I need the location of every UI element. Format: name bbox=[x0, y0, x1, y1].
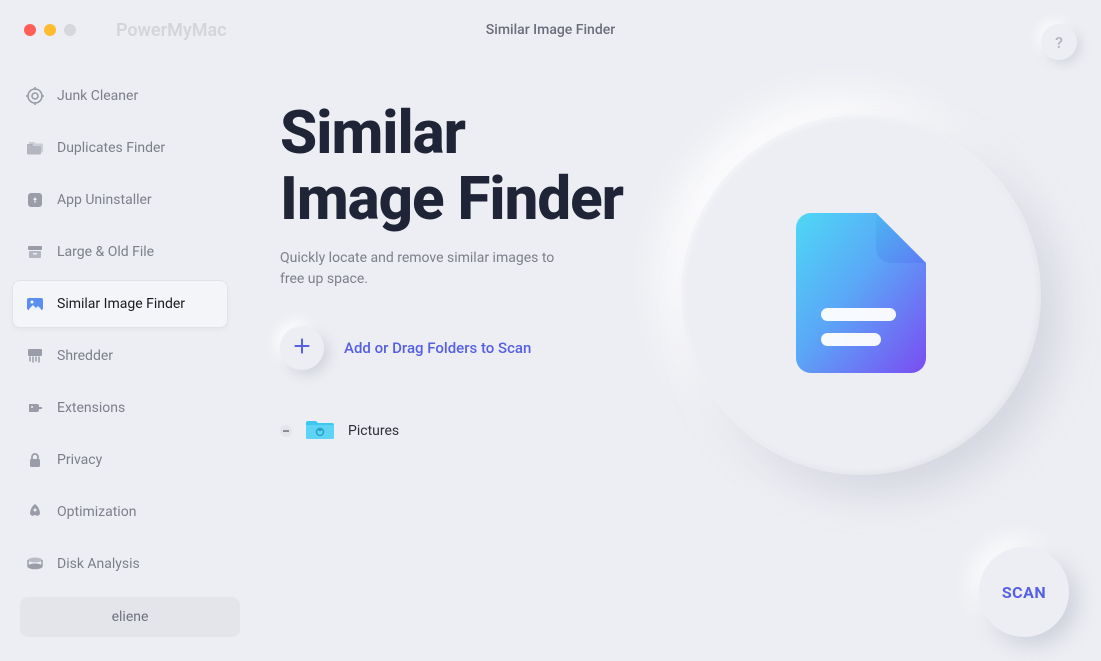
sidebar-item-label: Junk Cleaner bbox=[57, 88, 138, 104]
sidebar-item-extensions[interactable]: Extensions bbox=[12, 384, 228, 432]
help-button[interactable]: ? bbox=[1041, 24, 1077, 60]
add-folder-label[interactable]: Add or Drag Folders to Scan bbox=[344, 339, 531, 357]
sidebar-item-privacy[interactable]: Privacy bbox=[12, 436, 228, 484]
folder-name: Pictures bbox=[348, 423, 399, 439]
window-controls[interactable] bbox=[24, 24, 76, 36]
target-icon bbox=[25, 86, 45, 106]
app-name: PowerMyMac bbox=[116, 20, 227, 41]
sidebar-item-junk-cleaner[interactable]: Junk Cleaner bbox=[12, 72, 228, 120]
title-line-1: Similar bbox=[280, 97, 465, 168]
lock-icon bbox=[25, 450, 45, 470]
sidebar-item-label: Disk Analysis bbox=[57, 556, 140, 572]
image-icon bbox=[25, 294, 45, 314]
sidebar-item-label: Optimization bbox=[57, 504, 136, 520]
plus-icon bbox=[291, 335, 313, 361]
window-title: Similar Image Finder bbox=[486, 22, 615, 38]
plugin-icon bbox=[25, 398, 45, 418]
sidebar-item-label: Similar Image Finder bbox=[57, 296, 185, 312]
close-window-icon[interactable] bbox=[24, 24, 36, 36]
sidebar-item-label: Shredder bbox=[57, 348, 113, 364]
folders-icon bbox=[25, 138, 45, 158]
sidebar-item-label: Large & Old File bbox=[57, 244, 154, 260]
folder-row: Pictures bbox=[280, 410, 700, 452]
page-description: Quickly locate and remove similar images… bbox=[280, 248, 580, 290]
minimize-window-icon[interactable] bbox=[44, 24, 56, 36]
remove-folder-button[interactable] bbox=[280, 425, 292, 437]
add-folder-button[interactable] bbox=[280, 326, 324, 370]
sidebar-item-shredder[interactable]: Shredder bbox=[12, 332, 228, 380]
app-icon bbox=[25, 190, 45, 210]
title-line-2: Image Finder bbox=[280, 163, 623, 234]
rocket-icon bbox=[25, 502, 45, 522]
sidebar-item-label: Duplicates Finder bbox=[57, 140, 165, 156]
sidebar-item-large-old-file[interactable]: Large & Old File bbox=[12, 228, 228, 276]
scan-label: SCAN bbox=[1002, 583, 1046, 602]
sidebar-item-similar-image-finder[interactable]: Similar Image Finder bbox=[12, 280, 228, 328]
document-icon bbox=[796, 213, 926, 377]
sidebar-item-app-uninstaller[interactable]: App Uninstaller bbox=[12, 176, 228, 224]
user-badge[interactable]: eliene bbox=[20, 597, 240, 637]
scan-button[interactable]: SCAN bbox=[979, 547, 1069, 637]
hero-illustration bbox=[681, 115, 1041, 475]
help-icon: ? bbox=[1055, 33, 1063, 52]
sidebar-item-disk-analysis[interactable]: Disk Analysis bbox=[12, 540, 228, 588]
sidebar-item-optimization[interactable]: Optimization bbox=[12, 488, 228, 536]
sidebar-item-label: Extensions bbox=[57, 400, 125, 416]
sidebar-item-duplicates-finder[interactable]: Duplicates Finder bbox=[12, 124, 228, 172]
sidebar-item-label: Privacy bbox=[57, 452, 102, 468]
folder-icon bbox=[306, 418, 334, 444]
shredder-icon bbox=[25, 346, 45, 366]
archive-icon bbox=[25, 242, 45, 262]
sidebar-item-label: App Uninstaller bbox=[57, 192, 152, 208]
page-title: Similar Image Finder bbox=[280, 100, 700, 232]
disk-icon bbox=[25, 554, 45, 574]
maximize-window-icon[interactable] bbox=[64, 24, 76, 36]
user-name: eliene bbox=[112, 609, 149, 625]
